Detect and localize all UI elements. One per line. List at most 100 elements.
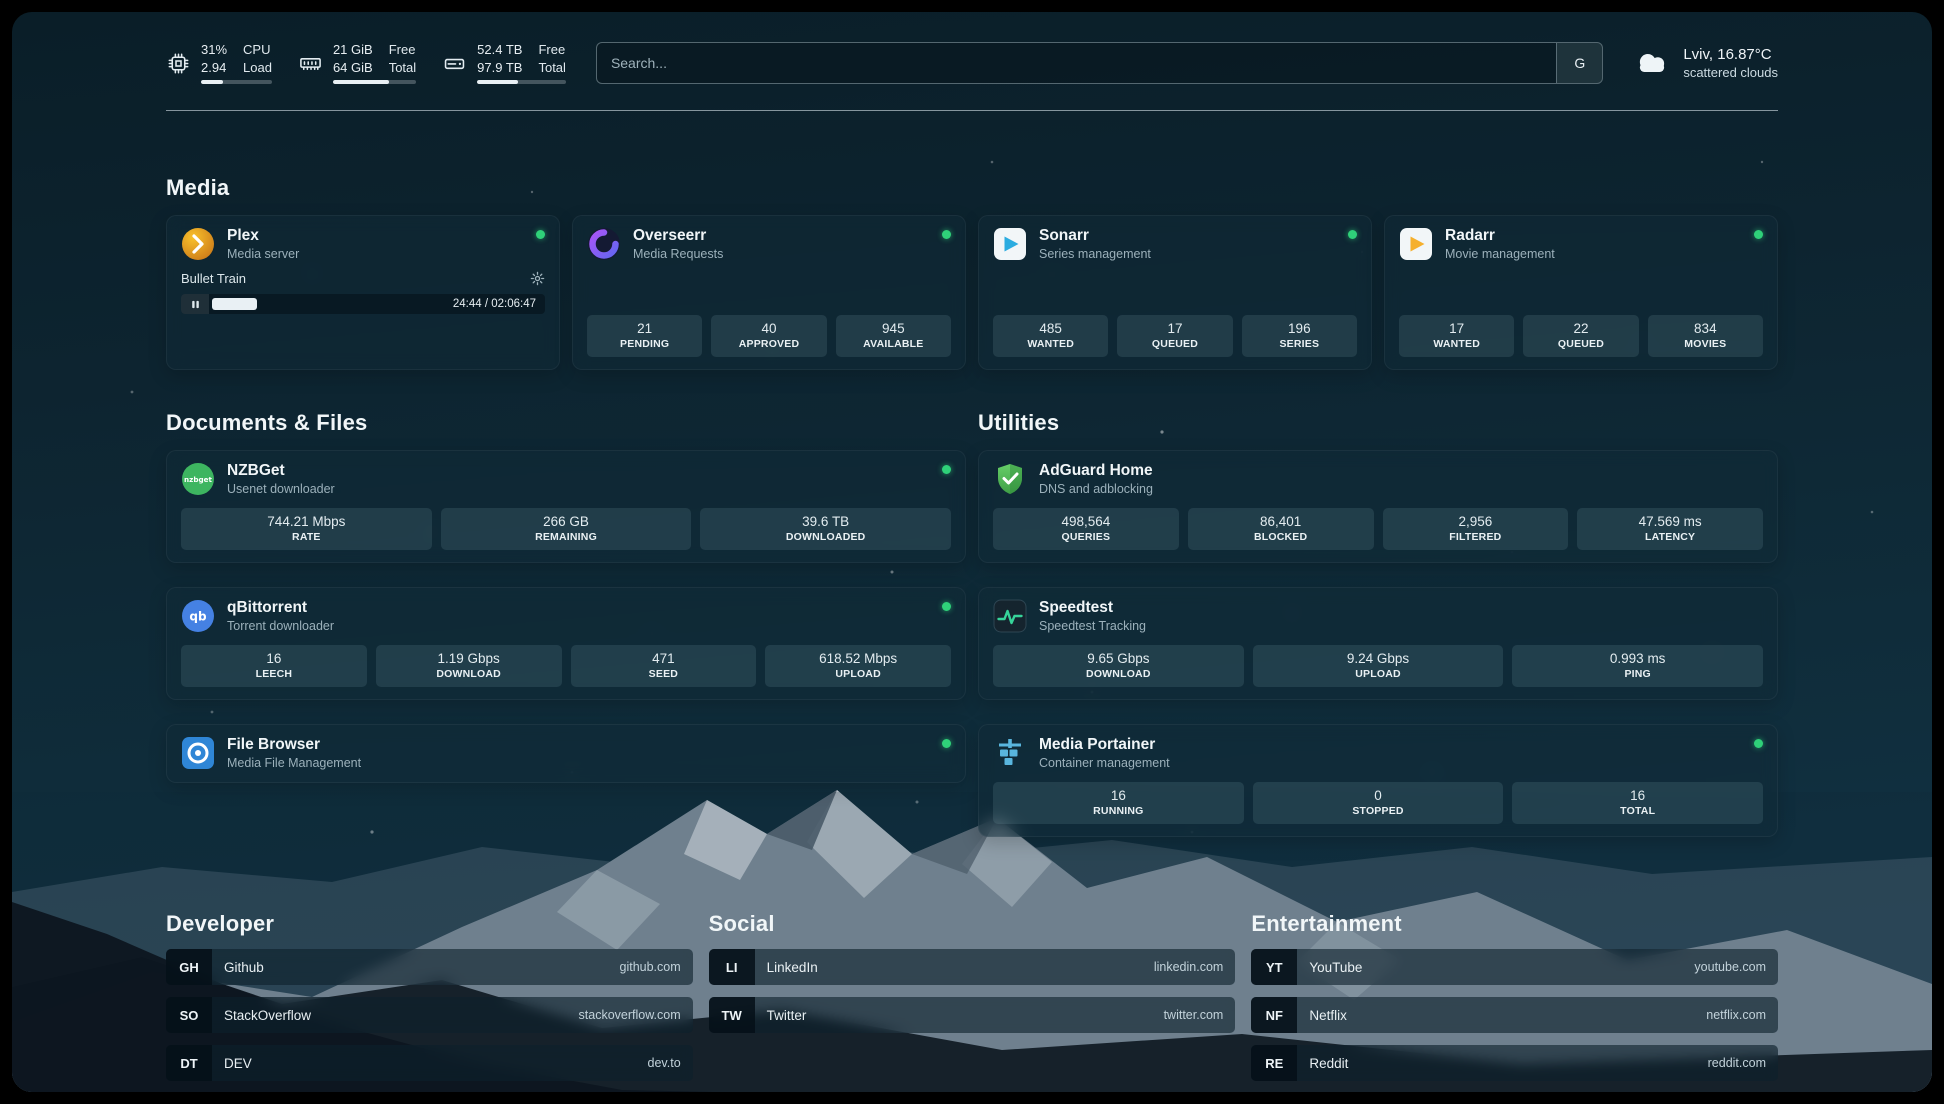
stat-value: 21 [591,321,698,336]
section-title-utilities: Utilities [978,410,1778,436]
dashboard-content: 31% CPU 2.94 Load 21 GiB Free [12,36,1932,1092]
search-provider-button[interactable]: G [1556,43,1602,83]
stat-label: UPLOAD [1257,668,1500,680]
status-dot-online [1754,739,1763,748]
search-input[interactable] [597,43,1556,83]
bookmark-abbr: LI [709,949,755,985]
stat-value: 17 [1121,321,1228,336]
service-card-filebrowser[interactable]: File BrowserMedia File Management [166,724,966,783]
nzbget-icon: nzbget [181,462,215,496]
service-header: Speedtest Speedtest Tracking [993,599,1763,633]
service-name: AdGuard Home [1039,462,1153,480]
gear-icon[interactable] [530,271,545,286]
service-stats: 16LEECH1.19 GbpsDOWNLOAD471SEED618.52 Mb… [181,633,951,687]
service-header: qbqBittorrentTorrent downloader [181,599,951,633]
section-utilities: Utilities AdGuard HomeDNS and adblocking… [978,410,1778,837]
service-header: RadarrMovie management [1399,227,1763,261]
bookmark-name: StackOverflow [224,1008,311,1023]
weather-text: Lviv, 16.87°C scattered clouds [1683,46,1778,80]
stat-wanted: 485WANTED [993,315,1108,357]
seek-bar[interactable] [209,294,444,314]
service-header: AdGuard HomeDNS and adblocking [993,462,1763,496]
stat-label: APPROVED [715,338,822,350]
stat-label: DOWNLOAD [997,668,1240,680]
stat-label: PING [1516,668,1759,680]
status-dot-online [942,739,951,748]
service-name: Plex [227,227,299,245]
now-playing-widget: Bullet Train24:44 / 02:06:47 [181,271,545,314]
stat-value: 17 [1403,321,1510,336]
bookmark-abbr: RE [1251,1045,1297,1081]
stat-label: QUEUED [1121,338,1228,350]
service-name: Speedtest [1039,599,1146,617]
bookmark-abbr: DT [166,1045,212,1081]
service-card-speedtest[interactable]: Speedtest Speedtest Tracking 9.65 Gbps DOWN… [978,587,1778,700]
filebrowser-icon [181,736,215,770]
stat-value: 471 [575,651,753,666]
bookmark-github[interactable]: GHGithubgithub.com [166,949,693,985]
bookmark-name: Reddit [1309,1056,1348,1071]
stat-blocked: 86,401BLOCKED [1188,508,1374,550]
cpu-monitor: 31% CPU 2.94 Load [166,42,272,85]
service-card-overseerr[interactable]: OverseerrMedia Requests21PENDING40APPROV… [572,215,966,370]
stat-movies: 834 MOVIES [1648,315,1763,357]
stat-download: 9.65 Gbps DOWNLOAD [993,645,1244,687]
bookmark-youtube[interactable]: YTYouTubeyoutube.com [1251,949,1778,985]
stat-value: 9.65 Gbps [997,651,1240,666]
service-meta: Speedtest Speedtest Tracking [1039,599,1146,633]
bookmark-linkedin[interactable]: LILinkedInlinkedin.com [709,949,1236,985]
service-description: Media Requests [633,247,723,261]
service-card-sonarr[interactable]: SonarrSeries management485WANTED17QUEUED… [978,215,1372,370]
now-playing-row: Bullet Train [181,271,545,286]
service-name: qBittorrent [227,599,334,617]
cpu-label-top: CPU [243,42,272,59]
service-stats: 17WANTED22QUEUED834MOVIES [1399,303,1763,357]
bookmark-abbr: YT [1251,949,1297,985]
service-card-plex[interactable]: PlexMedia serverBullet Train24:44 / 02:0… [166,215,560,370]
stat-label: MOVIES [1652,338,1759,350]
service-card-portainer[interactable]: Media PortainerContainer management16RUN… [978,724,1778,837]
service-meta: RadarrMovie management [1445,227,1555,261]
stat-value: 485 [997,321,1104,336]
search-box: G [596,42,1603,84]
bookmark-twitter[interactable]: TWTwittertwitter.com [709,997,1236,1033]
service-card-qbittorrent[interactable]: qbqBittorrentTorrent downloader16LEECH1.… [166,587,966,700]
bookmark-stackoverflow[interactable]: SOStackOverflowstackoverflow.com [166,997,693,1033]
cpu-readout: 31% CPU 2.94 Load [201,42,272,85]
bookmark-abbr: GH [166,949,212,985]
stat-pending: 21 PENDING [587,315,702,357]
ram-readout: 21 GiB Free 64 GiB Total [333,42,416,85]
bookmark-netflix[interactable]: NFNetflixnetflix.com [1251,997,1778,1033]
pause-button[interactable] [181,294,209,314]
weather-widget[interactable]: Lviv, 16.87°C scattered clouds [1633,46,1778,80]
service-stats: 9.65 GbpsDOWNLOAD9.24 GbpsUPLOAD0.993 ms… [993,633,1763,687]
disk-label-top: Free [538,42,565,59]
bookmark-reddit[interactable]: RERedditreddit.com [1251,1045,1778,1081]
stat-upload: 618.52 MbpsUPLOAD [765,645,951,687]
stat-label: PENDING [591,338,698,350]
service-header: Media PortainerContainer management [993,736,1763,770]
service-stats: 485WANTED17QUEUED196SERIES [993,303,1357,357]
bookmark-dev[interactable]: DTDEVdev.to [166,1045,693,1081]
service-description: Speedtest Tracking [1039,619,1146,633]
service-card-radarr[interactable]: RadarrMovie management17WANTED22QUEUED83… [1384,215,1778,370]
middle-columns: Documents & Files nzbgetNZBGetUsenet dow… [166,410,1778,837]
stat-ping: 0.993 msPING [1512,645,1763,687]
svg-text:nzbget: nzbget [184,475,212,484]
stat-queued: 17 QUEUED [1117,315,1232,357]
service-meta: qBittorrentTorrent downloader [227,599,334,633]
stat-label: WANTED [1403,338,1510,350]
service-card-nzbget[interactable]: nzbgetNZBGetUsenet downloader744.21 Mbps… [166,450,966,563]
bookmark-name: DEV [224,1056,252,1071]
service-header: OverseerrMedia Requests [587,227,951,261]
stat-value: 834 [1652,321,1759,336]
service-card-adguard[interactable]: AdGuard HomeDNS and adblocking498,564QUE… [978,450,1778,563]
stat-label: RUNNING [997,805,1240,817]
stat-value: 16 [185,651,363,666]
stat-value: 945 [840,321,947,336]
service-meta: File BrowserMedia File Management [227,736,361,770]
stat-value: 744.21 Mbps [185,514,428,529]
service-stats: 498,564QUERIES86,401BLOCKED2,956FILTERED… [993,496,1763,550]
cpu-load: 2.94 [201,60,227,77]
status-dot-online [942,230,951,239]
